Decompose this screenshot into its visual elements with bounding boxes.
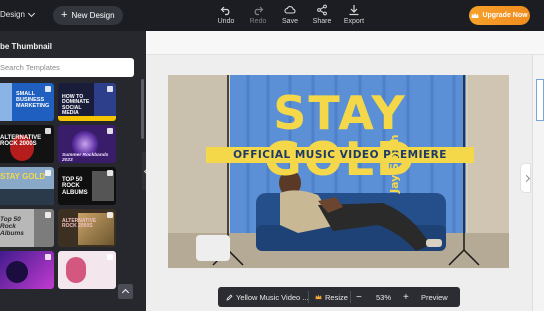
template-thumbnail[interactable]: ALTERNATIVE ROCK 2000S — [0, 125, 54, 163]
design-canvas[interactable]: STAY GOLD OFFICIAL MUSIC VIDEO PREMIERE … — [168, 75, 509, 268]
redo-icon — [254, 6, 264, 16]
zoom-level: 53% — [376, 292, 392, 302]
thumbnail-caption: HOW TO DOMINATE SOCIAL MEDIA — [62, 94, 90, 117]
search-placeholder: Search Templates — [0, 63, 60, 72]
zoom-out-button[interactable]: − — [356, 287, 362, 307]
crown-icon — [471, 12, 479, 18]
preview-label: Preview — [421, 292, 448, 302]
save-button[interactable]: Save — [274, 4, 306, 25]
panel-title: be Thumbnail — [0, 42, 52, 51]
divider — [350, 291, 351, 303]
favorite-icon[interactable] — [45, 170, 51, 176]
template-sidebar: be Thumbnail Search Templates SMALL BUSI… — [0, 31, 146, 311]
download-icon — [349, 5, 359, 16]
editor-app: Design + New Design Undo Redo Save Share — [0, 0, 544, 311]
template-thumbnail[interactable] — [0, 251, 54, 289]
top-bar: Design + New Design Undo Redo Save Share — [0, 0, 544, 31]
resize-button[interactable]: Resize — [315, 287, 348, 307]
template-thumbnail[interactable] — [58, 251, 116, 289]
thumbnail-caption: ALTERNATIVE ROCK 2000S — [0, 135, 42, 148]
chevron-down-icon — [27, 9, 35, 17]
template-thumbnail[interactable]: TOP 50 ROCK ALBUMS — [58, 167, 116, 205]
search-input[interactable]: Search Templates — [0, 58, 134, 77]
upgrade-button[interactable]: Upgrade Now — [469, 6, 530, 25]
share-button[interactable]: Share — [306, 4, 338, 25]
template-thumbnail[interactable]: SMALL BUSINESS MARKETING — [0, 83, 54, 121]
template-thumbnail[interactable]: Summer Rockbands 2023 — [58, 125, 116, 163]
preview-button[interactable]: Preview — [421, 287, 448, 307]
crown-icon — [315, 294, 322, 300]
bottom-toolbar: Yellow Music Video ... Resize − 53% + Pr… — [218, 287, 460, 307]
favorite-icon[interactable] — [107, 86, 113, 92]
export-label: Export — [343, 18, 365, 25]
design-name: Yellow Music Video ... — [236, 292, 309, 302]
canvas-headline[interactable]: STAY GOLD — [200, 90, 480, 182]
workspace-header — [146, 31, 544, 55]
design-name-field[interactable]: Yellow Music Video ... — [226, 287, 309, 307]
cloud-save-icon — [284, 6, 296, 14]
thumbnail-caption: TOP 50 ROCK ALBUMS — [62, 177, 88, 196]
sidebar-scrollbar[interactable] — [141, 79, 144, 139]
share-icon — [317, 4, 327, 16]
favorite-icon[interactable] — [45, 86, 51, 92]
favorite-icon[interactable] — [107, 170, 113, 176]
design-menu[interactable]: Design — [0, 9, 35, 19]
thumbnail-caption: SMALL BUSINESS MARKETING — [16, 91, 50, 109]
export-button[interactable]: Export — [338, 4, 370, 25]
favorite-icon[interactable] — [107, 254, 113, 260]
plus-icon: + — [61, 9, 68, 21]
template-thumbnail[interactable]: STAY GOLD — [0, 167, 54, 205]
resize-label: Resize — [325, 292, 348, 302]
favorite-icon[interactable] — [107, 128, 113, 134]
undo-icon — [220, 6, 230, 16]
thumbnail-caption: Top 50 Rock Albums — [0, 216, 24, 237]
favorite-icon[interactable] — [107, 212, 113, 218]
thumbnail-caption: ALTERNATIVE ROCK 2000S — [62, 218, 97, 230]
undo-label: Undo — [217, 18, 235, 25]
undo-button[interactable]: Undo — [210, 4, 242, 25]
canvas-artist[interactable]: Jay Smith — [388, 135, 401, 193]
canvas-subheadline[interactable]: OFFICIAL MUSIC VIDEO PREMIERE — [206, 147, 474, 163]
design-menu-label: Design — [0, 10, 25, 19]
share-label: Share — [312, 18, 332, 25]
zoom-in-button[interactable]: + — [403, 287, 409, 307]
upgrade-label: Upgrade Now — [482, 12, 528, 19]
new-design-label: New Design — [71, 11, 115, 20]
new-design-button[interactable]: + New Design — [53, 6, 123, 25]
page-thumbnail[interactable] — [536, 79, 544, 121]
template-thumbnail[interactable]: HOW TO DOMINATE SOCIAL MEDIA — [58, 83, 116, 121]
template-thumbnail[interactable]: ALTERNATIVE ROCK 2000S — [58, 209, 116, 247]
template-thumbnail[interactable]: Top 50 Rock Albums — [0, 209, 54, 247]
redo-label: Redo — [249, 18, 267, 25]
save-label: Save — [282, 18, 298, 25]
redo-button[interactable]: Redo — [242, 4, 274, 25]
thumbnail-caption: Summer Rockbands 2023 — [62, 153, 109, 163]
favorite-icon[interactable] — [45, 254, 51, 260]
pencil-icon — [226, 294, 233, 301]
favorite-icon[interactable] — [45, 212, 51, 218]
workspace: STAY GOLD OFFICIAL MUSIC VIDEO PREMIERE … — [146, 31, 544, 311]
favorite-icon[interactable] — [45, 128, 51, 134]
expand-pages-button[interactable] — [520, 163, 531, 193]
divider — [308, 291, 309, 303]
scroll-to-top-button[interactable] — [118, 284, 133, 299]
toolbar: Undo Redo Save Share Export — [210, 4, 370, 25]
